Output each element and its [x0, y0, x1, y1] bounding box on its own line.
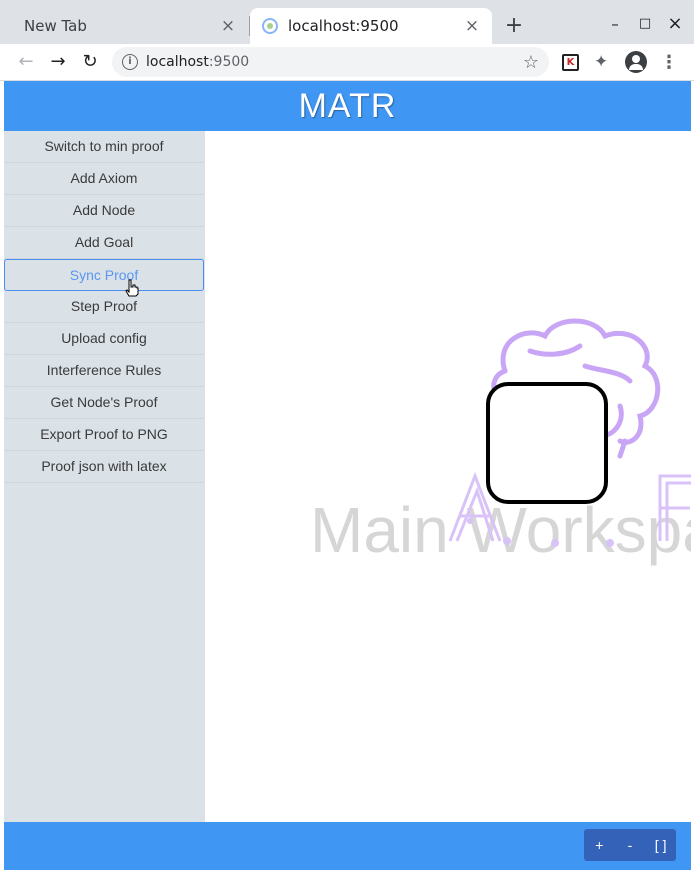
proof-node[interactable] — [486, 382, 608, 504]
zoom-out-button[interactable]: - — [616, 837, 644, 853]
add-axiom-button[interactable]: Add Axiom — [4, 163, 204, 195]
star-icon[interactable]: ☆ — [523, 52, 539, 73]
get-node-proof-button[interactable]: Get Node's Proof — [4, 387, 204, 419]
puzzle-icon[interactable]: ✦ — [594, 52, 608, 72]
export-png-button[interactable]: Export Proof to PNG — [4, 419, 204, 451]
tab-localhost[interactable]: localhost:9500 × — [250, 8, 492, 44]
sidebar: Switch to min proof Add Axiom Add Node A… — [4, 131, 205, 822]
arrow-right-icon[interactable]: → — [44, 48, 72, 76]
browser-toolbar: ← → ↻ i localhost:9500 ☆ K ✦ ⋮ — [0, 44, 694, 81]
app-footer: + - [ ] — [4, 822, 691, 870]
app-title: MATR — [298, 87, 397, 125]
add-goal-button[interactable]: Add Goal — [4, 227, 204, 259]
arrow-left-icon[interactable]: ← — [12, 48, 40, 76]
upload-config-button[interactable]: Upload config — [4, 323, 204, 355]
sync-proof-button[interactable]: Sync Proof — [4, 259, 204, 291]
tab-new-tab[interactable]: New Tab × — [8, 8, 248, 44]
info-icon[interactable]: i — [122, 54, 138, 70]
extension-k-icon[interactable]: K — [562, 54, 579, 71]
interference-rules-button[interactable]: Interference Rules — [4, 355, 204, 387]
browser-tab-strip: New Tab × localhost:9500 × + – □ × — [0, 0, 694, 44]
app-header: MATR — [4, 81, 691, 131]
window-close-icon[interactable]: × — [663, 12, 687, 36]
kebab-icon[interactable]: ⋮ — [660, 52, 678, 73]
switch-min-proof-button[interactable]: Switch to min proof — [4, 131, 204, 163]
zoom-controls: + - [ ] — [584, 829, 676, 861]
fit-view-button[interactable]: [ ] — [647, 837, 675, 853]
new-tab-button[interactable]: + — [500, 12, 528, 40]
tab-title: New Tab — [24, 17, 87, 35]
close-icon[interactable]: × — [460, 16, 484, 36]
avatar-icon[interactable] — [625, 51, 647, 73]
minimize-icon[interactable]: – — [603, 12, 627, 36]
close-icon[interactable]: × — [216, 16, 240, 36]
url-port: :9500 — [208, 54, 250, 70]
reload-icon[interactable]: ↻ — [76, 48, 104, 76]
zoom-in-button[interactable]: + — [585, 837, 613, 853]
tab-title: localhost:9500 — [288, 17, 399, 35]
favicon-icon — [262, 18, 278, 34]
step-proof-button[interactable]: Step Proof — [4, 291, 204, 323]
url-host: localhost — [146, 54, 209, 70]
maximize-icon[interactable]: □ — [633, 12, 657, 36]
proof-json-latex-button[interactable]: Proof json with latex — [4, 451, 204, 483]
main-workspace[interactable]: Main Workspace — [205, 131, 691, 822]
add-node-button[interactable]: Add Node — [4, 195, 204, 227]
hand-cursor-icon — [125, 279, 139, 297]
address-bar[interactable]: i localhost:9500 ☆ — [112, 47, 549, 77]
